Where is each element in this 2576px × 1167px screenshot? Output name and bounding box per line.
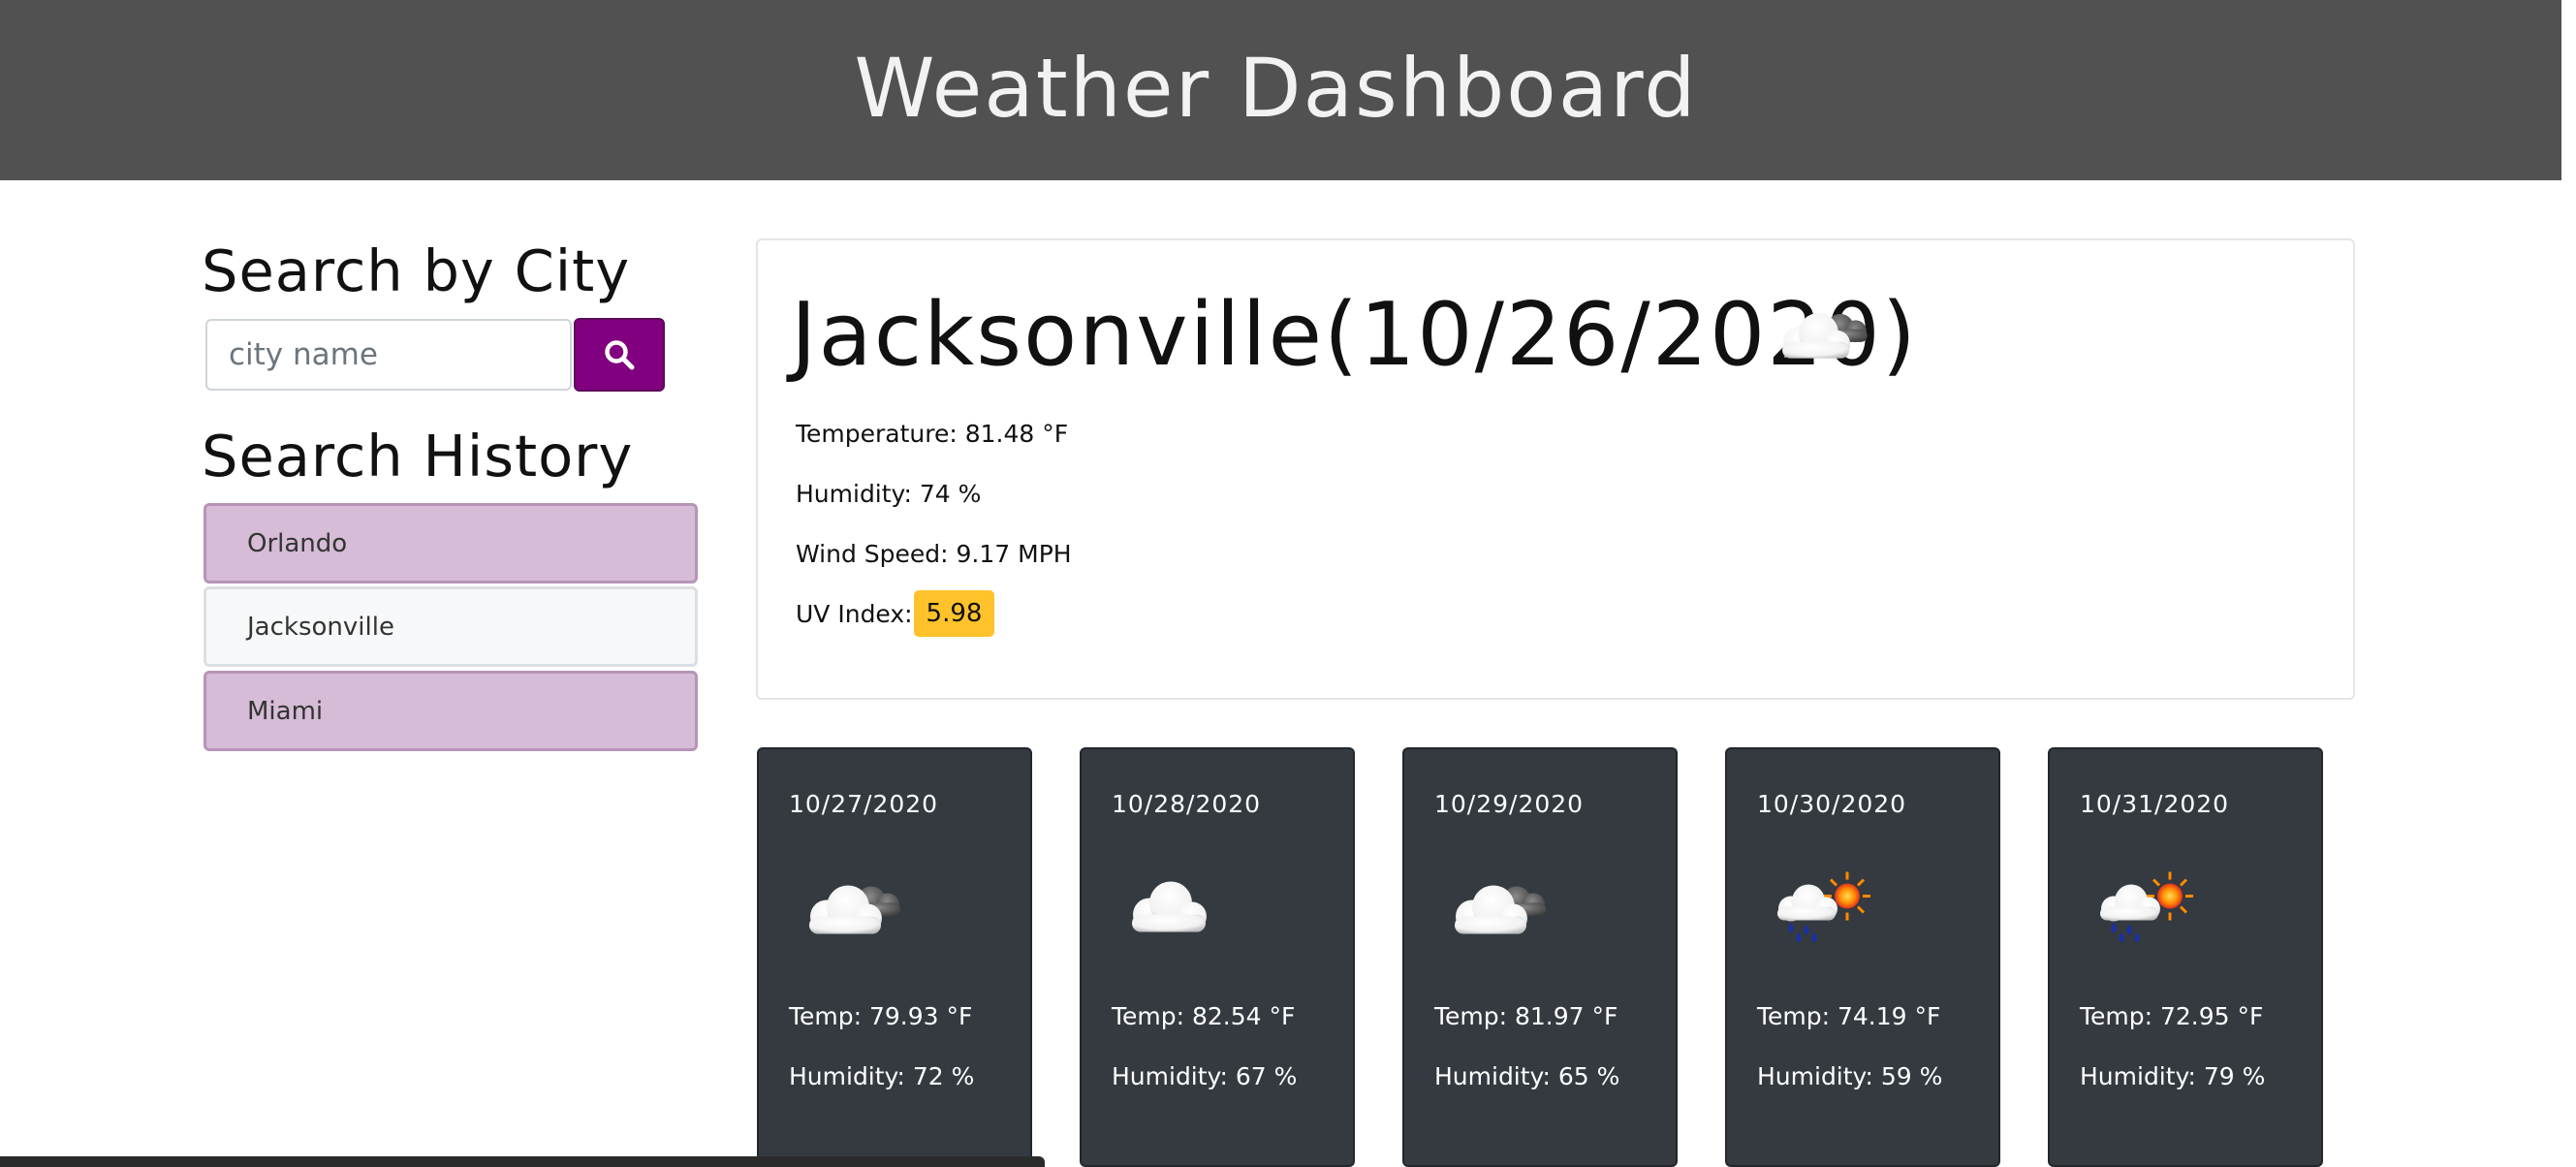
forecast-temp: Temp: 74.19 °F [1757,1002,1941,1030]
forecast-date: 10/29/2020 [1434,790,1585,818]
partly-cloudy-icon [1441,861,1557,953]
forecast-temp: Temp: 72.95 °F [2080,1002,2264,1030]
forecast-date: 10/28/2020 [1112,790,1262,818]
history-heading: Search History [202,423,634,489]
history-item-orlando[interactable]: Orlando [204,503,698,584]
search-heading: Search by City [202,237,631,304]
forecast-temp: Temp: 82.54 °F [1112,1002,1296,1030]
current-city-date: Jacksonville(10/26/2020) [791,284,1918,386]
forecast-date: 10/30/2020 [1757,790,1907,818]
forecast-humidity: Humidity: 59 % [1757,1062,1943,1090]
current-temperature: Temperature: 81.48 °F [796,420,1069,448]
current-humidity: Humidity: 74 % [796,480,982,508]
uv-index-badge: 5.98 [914,590,994,637]
vertical-scrollbar[interactable] [2561,0,2576,1167]
partly-cloudy-icon [1770,297,1878,369]
city-search-input[interactable] [205,319,572,391]
forecast-date: 10/31/2020 [2080,790,2230,818]
current-wind-speed: Wind Speed: 9.17 MPH [796,540,1072,568]
rain-sun-icon [1764,861,1880,953]
uv-index-label: UV Index: [796,600,913,628]
rain-sun-icon [2087,861,2203,953]
forecast-card: 10/29/2020 Temp: 81.97 °F Humidity: 65 % [1402,747,1678,1167]
page-title: Weather Dashboard [854,41,1698,136]
forecast-humidity: Humidity: 67 % [1112,1062,1298,1090]
forecast-card: 10/28/2020 Temp: 82.54 °F Humidity: 67 % [1080,747,1355,1167]
forecast-temp: Temp: 81.97 °F [1434,1002,1618,1030]
forecast-card: 10/30/2020 Temp: 74.19 °F Humidity: 59 % [1725,747,2000,1167]
cloud-icon [1118,861,1235,953]
app-header: Weather Dashboard [0,0,2561,180]
history-item-miami[interactable]: Miami [204,671,698,751]
partly-cloudy-icon [796,861,912,953]
forecast-temp: Temp: 79.93 °F [789,1002,973,1030]
forecast-card: 10/27/2020 Temp: 79.93 °F Humidity: 72 % [757,747,1032,1167]
forecast-card: 10/31/2020 Temp: 72.95 °F Humidity: 79 % [2048,747,2323,1167]
forecast-date: 10/27/2020 [789,790,939,818]
forecast-humidity: Humidity: 72 % [789,1062,975,1090]
forecast-humidity: Humidity: 79 % [2080,1062,2266,1090]
search-icon [605,340,635,370]
history-item-jacksonville[interactable]: Jacksonville [204,586,698,667]
search-button[interactable] [574,318,665,392]
forecast-humidity: Humidity: 65 % [1434,1062,1620,1090]
bottom-overlay-bar [0,1156,1045,1167]
